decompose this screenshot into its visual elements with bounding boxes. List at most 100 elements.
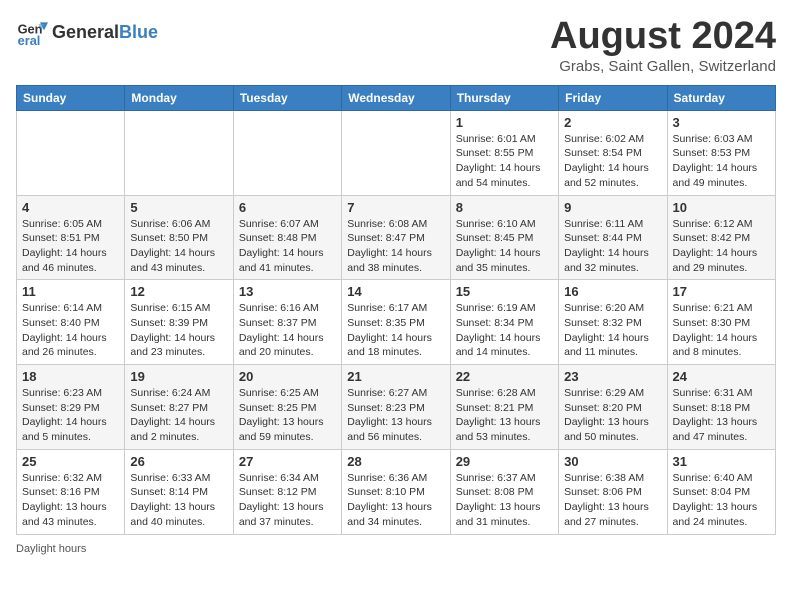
day-number: 6 <box>239 200 336 215</box>
day-number: 19 <box>130 369 227 384</box>
day-info: Sunrise: 6:34 AM Sunset: 8:12 PM Dayligh… <box>239 471 336 530</box>
calendar-cell: 17Sunrise: 6:21 AM Sunset: 8:30 PM Dayli… <box>667 280 775 365</box>
day-info: Sunrise: 6:38 AM Sunset: 8:06 PM Dayligh… <box>564 471 661 530</box>
day-number: 22 <box>456 369 553 384</box>
day-info: Sunrise: 6:11 AM Sunset: 8:44 PM Dayligh… <box>564 217 661 276</box>
calendar-cell <box>125 110 233 195</box>
calendar-cell: 30Sunrise: 6:38 AM Sunset: 8:06 PM Dayli… <box>559 449 667 534</box>
calendar-table: SundayMondayTuesdayWednesdayThursdayFrid… <box>16 85 776 535</box>
day-info: Sunrise: 6:12 AM Sunset: 8:42 PM Dayligh… <box>673 217 770 276</box>
day-number: 5 <box>130 200 227 215</box>
calendar-cell <box>342 110 450 195</box>
day-info: Sunrise: 6:40 AM Sunset: 8:04 PM Dayligh… <box>673 471 770 530</box>
day-info: Sunrise: 6:19 AM Sunset: 8:34 PM Dayligh… <box>456 301 553 360</box>
day-number: 18 <box>22 369 119 384</box>
page-header: Gen eral GeneralBlue August 2024 Grabs, … <box>16 16 776 75</box>
calendar-cell: 10 Sunrise: 6:12 AM Sunset: 8:42 PM Dayli… <box>667 195 775 280</box>
day-number: 13 <box>239 284 336 299</box>
day-info: Sunrise: 6:31 AM Sunset: 8:18 PM Dayligh… <box>673 386 770 445</box>
day-number: 12 <box>130 284 227 299</box>
day-info: Sunrise: 6:37 AM Sunset: 8:08 PM Dayligh… <box>456 471 553 530</box>
day-info: Sunrise: 6:36 AM Sunset: 8:10 PM Dayligh… <box>347 471 444 530</box>
calendar-cell: 25 Sunrise: 6:32 AM Sunset: 8:16 PM Dayli… <box>17 449 125 534</box>
calendar-cell <box>233 110 341 195</box>
calendar-day-header: Tuesday <box>233 85 341 110</box>
calendar-cell: 18Sunrise: 6:23 AM Sunset: 8:29 PM Dayli… <box>17 365 125 450</box>
day-info: Sunrise: 6:08 AM Sunset: 8:47 PM Dayligh… <box>347 217 444 276</box>
day-info: Sunrise: 6:28 AM Sunset: 8:21 PM Dayligh… <box>456 386 553 445</box>
day-info: Sunrise: 6:27 AM Sunset: 8:23 PM Dayligh… <box>347 386 444 445</box>
day-number: 2 <box>564 115 661 130</box>
logo-text: GeneralBlue <box>52 22 158 43</box>
day-info: Sunrise: 6:05 AM Sunset: 8:51 PM Dayligh… <box>22 217 119 276</box>
daylight-label: Daylight hours <box>16 543 86 555</box>
calendar-cell: 15 Sunrise: 6:19 AM Sunset: 8:34 PM Dayli… <box>450 280 558 365</box>
day-number: 8 <box>456 200 553 215</box>
day-info: Sunrise: 6:17 AM Sunset: 8:35 PM Dayligh… <box>347 301 444 360</box>
calendar-day-header: Friday <box>559 85 667 110</box>
day-info: Sunrise: 6:25 AM Sunset: 8:25 PM Dayligh… <box>239 386 336 445</box>
calendar-day-header: Thursday <box>450 85 558 110</box>
calendar-cell: 11 Sunrise: 6:14 AM Sunset: 8:40 PM Dayli… <box>17 280 125 365</box>
calendar-cell: 2 Sunrise: 6:02 AM Sunset: 8:54 PM Daylig… <box>559 110 667 195</box>
calendar-cell: 16Sunrise: 6:20 AM Sunset: 8:32 PM Dayli… <box>559 280 667 365</box>
calendar-cell: 8 Sunrise: 6:10 AM Sunset: 8:45 PM Daylig… <box>450 195 558 280</box>
calendar-week-row: 25 Sunrise: 6:32 AM Sunset: 8:16 PM Dayli… <box>17 449 776 534</box>
day-number: 25 <box>22 454 119 469</box>
calendar-cell: 14 Sunrise: 6:17 AM Sunset: 8:35 PM Dayli… <box>342 280 450 365</box>
day-number: 14 <box>347 284 444 299</box>
calendar-day-header: Saturday <box>667 85 775 110</box>
day-number: 21 <box>347 369 444 384</box>
svg-text:eral: eral <box>18 33 41 48</box>
calendar-cell: 24 Sunrise: 6:31 AM Sunset: 8:18 PM Dayli… <box>667 365 775 450</box>
calendar-cell: 21 Sunrise: 6:27 AM Sunset: 8:23 PM Dayli… <box>342 365 450 450</box>
day-number: 1 <box>456 115 553 130</box>
location-title: Grabs, Saint Gallen, Switzerland <box>550 58 776 75</box>
day-info: Sunrise: 6:10 AM Sunset: 8:45 PM Dayligh… <box>456 217 553 276</box>
calendar-week-row: 1 Sunrise: 6:01 AM Sunset: 8:55 PM Daylig… <box>17 110 776 195</box>
day-info: Sunrise: 6:03 AM Sunset: 8:53 PM Dayligh… <box>673 132 770 191</box>
day-number: 28 <box>347 454 444 469</box>
calendar-week-row: 11 Sunrise: 6:14 AM Sunset: 8:40 PM Dayli… <box>17 280 776 365</box>
calendar-cell: 20Sunrise: 6:25 AM Sunset: 8:25 PM Dayli… <box>233 365 341 450</box>
title-block: August 2024 Grabs, Saint Gallen, Switzer… <box>550 16 776 75</box>
logo-icon: Gen eral <box>16 16 48 48</box>
day-number: 23 <box>564 369 661 384</box>
day-number: 10 <box>673 200 770 215</box>
calendar-week-row: 4 Sunrise: 6:05 AM Sunset: 8:51 PM Daylig… <box>17 195 776 280</box>
day-info: Sunrise: 6:29 AM Sunset: 8:20 PM Dayligh… <box>564 386 661 445</box>
day-info: Sunrise: 6:02 AM Sunset: 8:54 PM Dayligh… <box>564 132 661 191</box>
calendar-header-row: SundayMondayTuesdayWednesdayThursdayFrid… <box>17 85 776 110</box>
calendar-cell: 1 Sunrise: 6:01 AM Sunset: 8:55 PM Daylig… <box>450 110 558 195</box>
day-info: Sunrise: 6:21 AM Sunset: 8:30 PM Dayligh… <box>673 301 770 360</box>
day-info: Sunrise: 6:14 AM Sunset: 8:40 PM Dayligh… <box>22 301 119 360</box>
calendar-cell: 27 Sunrise: 6:34 AM Sunset: 8:12 PM Dayli… <box>233 449 341 534</box>
calendar-day-header: Monday <box>125 85 233 110</box>
calendar-cell <box>17 110 125 195</box>
calendar-cell: 31Sunrise: 6:40 AM Sunset: 8:04 PM Dayli… <box>667 449 775 534</box>
day-number: 24 <box>673 369 770 384</box>
calendar-cell: 23 Sunrise: 6:29 AM Sunset: 8:20 PM Dayli… <box>559 365 667 450</box>
day-info: Sunrise: 6:16 AM Sunset: 8:37 PM Dayligh… <box>239 301 336 360</box>
day-number: 3 <box>673 115 770 130</box>
calendar-cell: 4 Sunrise: 6:05 AM Sunset: 8:51 PM Daylig… <box>17 195 125 280</box>
day-number: 11 <box>22 284 119 299</box>
calendar-cell: 26Sunrise: 6:33 AM Sunset: 8:14 PM Dayli… <box>125 449 233 534</box>
calendar-cell: 28 Sunrise: 6:36 AM Sunset: 8:10 PM Dayli… <box>342 449 450 534</box>
day-number: 4 <box>22 200 119 215</box>
day-number: 16 <box>564 284 661 299</box>
day-number: 27 <box>239 454 336 469</box>
calendar-cell: 22 Sunrise: 6:28 AM Sunset: 8:21 PM Dayli… <box>450 365 558 450</box>
day-info: Sunrise: 6:06 AM Sunset: 8:50 PM Dayligh… <box>130 217 227 276</box>
day-info: Sunrise: 6:07 AM Sunset: 8:48 PM Dayligh… <box>239 217 336 276</box>
calendar-cell: 13 Sunrise: 6:16 AM Sunset: 8:37 PM Dayli… <box>233 280 341 365</box>
day-number: 15 <box>456 284 553 299</box>
day-info: Sunrise: 6:32 AM Sunset: 8:16 PM Dayligh… <box>22 471 119 530</box>
calendar-cell: 5 Sunrise: 6:06 AM Sunset: 8:50 PM Daylig… <box>125 195 233 280</box>
day-info: Sunrise: 6:33 AM Sunset: 8:14 PM Dayligh… <box>130 471 227 530</box>
footer: Daylight hours <box>16 543 776 555</box>
calendar-week-row: 18Sunrise: 6:23 AM Sunset: 8:29 PM Dayli… <box>17 365 776 450</box>
calendar-cell: 6 Sunrise: 6:07 AM Sunset: 8:48 PM Daylig… <box>233 195 341 280</box>
calendar-cell: 29Sunrise: 6:37 AM Sunset: 8:08 PM Dayli… <box>450 449 558 534</box>
day-info: Sunrise: 6:01 AM Sunset: 8:55 PM Dayligh… <box>456 132 553 191</box>
